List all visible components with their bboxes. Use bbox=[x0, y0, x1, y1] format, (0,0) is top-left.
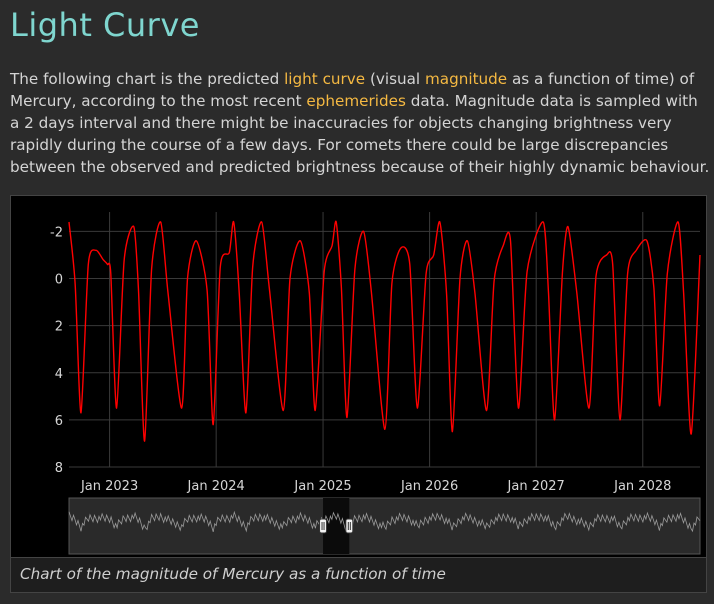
light-curve-figure: -2 0 2 4 6 8 Jan 2023 Jan 2024 Jan 2025 Jan 2026… bbox=[10, 195, 707, 593]
navigator-right-handle[interactable] bbox=[345, 518, 354, 534]
y-tick-label: 4 bbox=[55, 367, 63, 382]
page-title: Light Curve bbox=[10, 6, 200, 44]
x-axis: Jan 2023 Jan 2024 Jan 2025 Jan 2026 Jan 2027… bbox=[80, 479, 671, 494]
y-axis: -2 0 2 4 6 8 bbox=[50, 225, 63, 476]
magnitude-link[interactable]: magnitude bbox=[425, 70, 507, 88]
y-tick-label: 0 bbox=[55, 273, 63, 288]
x-tick-label: Jan 2028 bbox=[613, 479, 671, 494]
intro-text-1: The following chart is the predicted bbox=[10, 70, 285, 88]
y-tick-label: 6 bbox=[55, 414, 63, 429]
light-curve-link[interactable]: light curve bbox=[284, 70, 365, 88]
intro-paragraph: The following chart is the predicted lig… bbox=[10, 68, 710, 178]
navigator-left-handle[interactable] bbox=[319, 518, 328, 534]
light-curve-chart[interactable]: -2 0 2 4 6 8 Jan 2023 Jan 2024 Jan 2025 Jan 2026… bbox=[11, 196, 706, 557]
magnitude-series-line bbox=[68, 220, 701, 442]
x-tick-label: Jan 2024 bbox=[187, 479, 245, 494]
chart-caption: Chart of the magnitude of Mercury as a f… bbox=[11, 557, 706, 592]
x-tick-label: Jan 2025 bbox=[293, 479, 351, 494]
y-tick-label: -2 bbox=[50, 225, 63, 240]
x-tick-label: Jan 2023 bbox=[80, 479, 138, 494]
intro-text-2: (visual bbox=[365, 70, 425, 88]
ephemerides-link[interactable]: ephemerides bbox=[306, 92, 405, 110]
range-navigator[interactable] bbox=[68, 497, 701, 555]
x-tick-label: Jan 2027 bbox=[507, 479, 565, 494]
x-tick-label: Jan 2026 bbox=[400, 479, 458, 494]
y-tick-label: 8 bbox=[55, 461, 63, 476]
y-tick-label: 2 bbox=[55, 320, 63, 335]
